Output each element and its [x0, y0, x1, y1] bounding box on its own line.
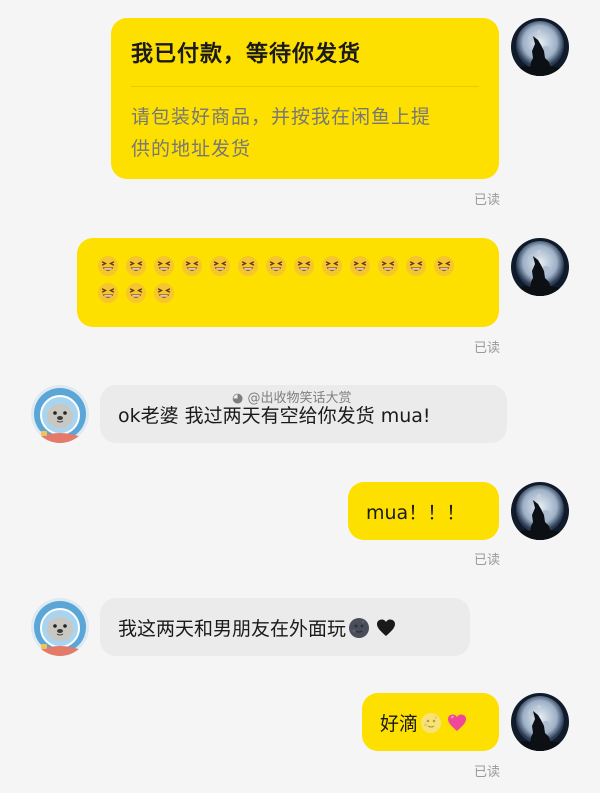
howling-wolf-moon-avatar-icon [511, 693, 569, 751]
watermark-text: @出收物笑话大赏 [247, 391, 352, 406]
grinning-squinting-face-icon [125, 282, 147, 304]
grinning-squinting-face-icon [209, 255, 231, 277]
grinning-squinting-face-icon [125, 255, 147, 277]
grinning-squinting-face-icon [433, 255, 455, 277]
emoji-row [97, 255, 479, 304]
payment-notice-card[interactable]: 我已付款，等待你发货 请包装好商品，并按我在闲鱼上提 供的地址发货 [111, 18, 499, 179]
weibo-icon: ◕ [232, 391, 244, 406]
card-description-line: 供的地址发货 [131, 138, 252, 160]
watermark: ◕ @出收物笑话大赏 [232, 387, 352, 406]
full-moon-face-icon [420, 712, 442, 734]
card-title: 我已付款，等待你发货 [131, 42, 362, 67]
pink-heart-icon [446, 712, 468, 734]
read-status: 已读 [473, 341, 500, 356]
card-description: 请包装好商品，并按我在闲鱼上提 供的地址发货 [131, 101, 479, 165]
my-avatar[interactable] [511, 238, 569, 296]
my-avatar[interactable] [511, 18, 569, 76]
card-divider [131, 86, 479, 87]
my-message-bubble[interactable]: mua！！！ [348, 482, 499, 540]
read-status: 已读 [473, 765, 500, 780]
grinning-squinting-face-icon [377, 255, 399, 277]
grinning-squinting-face-icon [97, 255, 119, 277]
grinning-squinting-face-icon [153, 255, 175, 277]
new-moon-face-icon [348, 617, 370, 639]
grinning-squinting-face-icon [349, 255, 371, 277]
grinning-squinting-face-icon [153, 282, 175, 304]
howling-wolf-moon-avatar-icon [511, 238, 569, 296]
grinning-squinting-face-icon [237, 255, 259, 277]
message-text: ok老婆 我过两天有空给你发货 mua! [118, 405, 431, 427]
grinning-squinting-face-icon [97, 282, 119, 304]
grinning-squinting-face-icon [293, 255, 315, 277]
my-avatar[interactable] [511, 693, 569, 751]
emoji-message-bubble[interactable] [77, 238, 499, 327]
read-status: 已读 [473, 193, 500, 208]
grinning-squinting-face-icon [405, 255, 427, 277]
howling-wolf-moon-avatar-icon [511, 18, 569, 76]
read-status: 已读 [473, 553, 500, 568]
my-avatar[interactable] [511, 482, 569, 540]
message-text: 好滴 [380, 713, 419, 735]
message-text: mua！！！ [366, 502, 466, 524]
my-message-bubble[interactable]: 好滴 [362, 693, 499, 751]
howling-wolf-moon-avatar-icon [511, 482, 569, 540]
other-avatar[interactable] [31, 385, 89, 443]
card-description-line: 请包装好商品，并按我在闲鱼上提 [131, 106, 432, 128]
message-text: 我这两天和男朋友在外面玩 [118, 618, 347, 640]
seal-astronaut-avatar-icon [31, 385, 89, 443]
black-heart-icon [375, 617, 397, 639]
grinning-squinting-face-icon [321, 255, 343, 277]
other-avatar[interactable] [31, 598, 89, 656]
seal-astronaut-avatar-icon [31, 598, 89, 656]
grinning-squinting-face-icon [181, 255, 203, 277]
their-message-bubble[interactable]: 我这两天和男朋友在外面玩 [100, 598, 470, 656]
grinning-squinting-face-icon [265, 255, 287, 277]
